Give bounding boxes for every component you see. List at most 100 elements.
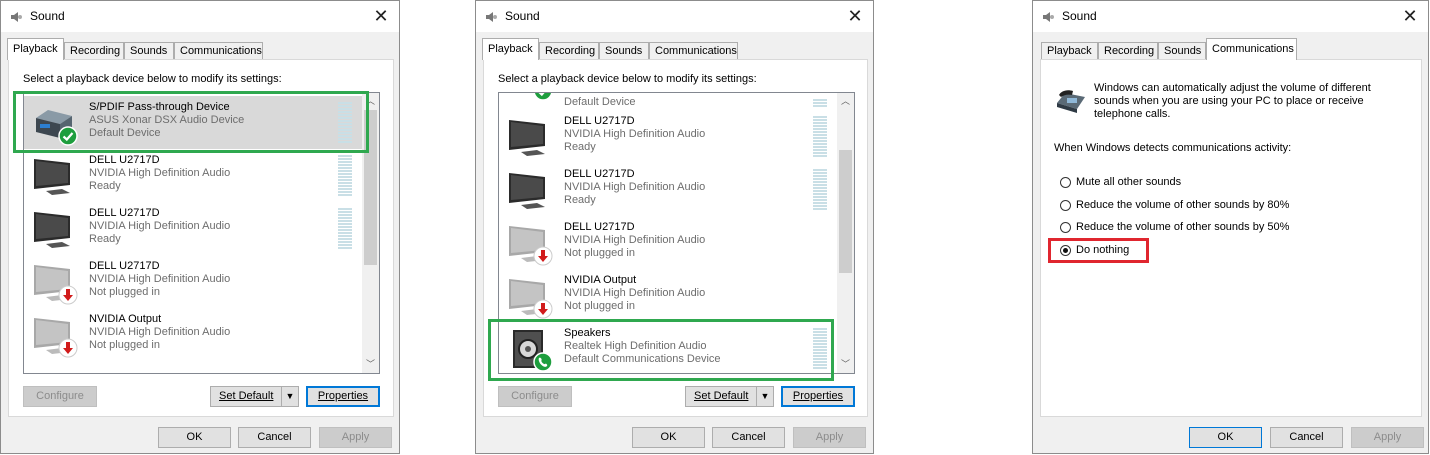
title-bar: Sound ✕ xyxy=(1,1,399,32)
sound-dialog-3: Sound ✕ Playback Recording Sounds Commun… xyxy=(1032,0,1429,454)
scroll-thumb[interactable] xyxy=(839,150,852,273)
scroll-thumb[interactable] xyxy=(364,110,377,265)
properties-button[interactable]: Properties xyxy=(781,386,855,407)
device-item[interactable]: DELL U2717D NVIDIA High Definition Audio… xyxy=(24,149,364,202)
playback-panel: Select a playback device below to modify… xyxy=(483,59,868,417)
device-status: Ready xyxy=(564,141,596,153)
device-name: NVIDIA Output xyxy=(89,313,162,325)
device-item[interactable]: Speakers Realtek High Definition Audio D… xyxy=(499,322,839,373)
dropdown-arrow-icon[interactable]: ▼ xyxy=(756,387,773,406)
device-item[interactable]: DELL U2717D NVIDIA High Definition Audio… xyxy=(499,110,839,163)
tab-recording[interactable]: Recording xyxy=(539,42,599,59)
window-title: Sound xyxy=(30,9,65,23)
option-label: Mute all other sounds xyxy=(1076,176,1182,188)
monitor-icon xyxy=(34,159,70,195)
device-driver: NVIDIA High Definition Audio xyxy=(89,326,231,338)
apply-button[interactable]: Apply xyxy=(1351,427,1424,448)
activity-options: Mute all other sounds Reduce the volume … xyxy=(1060,176,1360,266)
device-item[interactable]: NVIDIA Output NVIDIA High Definition Aud… xyxy=(499,269,839,322)
tab-playback[interactable]: Playback xyxy=(1041,42,1098,59)
device-status: Ready xyxy=(89,180,121,192)
device-status: Default Communications Device xyxy=(564,353,721,365)
communications-panel: Windows can automatically adjust the vol… xyxy=(1040,59,1422,417)
tab-recording[interactable]: Recording xyxy=(1098,42,1158,59)
radio-button[interactable] xyxy=(1060,200,1071,211)
instruction-label: Select a playback device below to modify… xyxy=(498,73,757,85)
device-name: DELL U2717D xyxy=(564,115,635,127)
tab-recording[interactable]: Recording xyxy=(64,42,124,59)
monitor-icon xyxy=(509,120,545,156)
device-item[interactable]: DELL U2717D NVIDIA High Definition Audio… xyxy=(24,202,364,255)
list-scrollbar[interactable]: ︿ ﹀ xyxy=(837,93,854,373)
device-status: Not plugged in xyxy=(564,300,635,312)
device-name: DELL U2717D xyxy=(89,260,160,272)
device-item[interactable]: S/PDIF Pass-through Device ASUS Xonar DS… xyxy=(24,96,364,149)
option-label: Reduce the volume of other sounds by 80% xyxy=(1076,199,1290,211)
device-item[interactable]: DELL U2717D NVIDIA High Definition Audio… xyxy=(24,255,364,308)
dropdown-arrow-icon[interactable]: ▼ xyxy=(281,387,298,406)
option-label: Reduce the volume of other sounds by 50% xyxy=(1076,221,1290,233)
device-driver: NVIDIA High Definition Audio xyxy=(564,128,706,140)
set-default-button[interactable]: Set Default ▼ xyxy=(210,386,299,407)
tab-communications[interactable]: Communications xyxy=(174,42,263,59)
title-bar: Sound ✕ xyxy=(1033,1,1428,32)
device-driver: NVIDIA High Definition Audio xyxy=(564,287,706,299)
speaker-app-icon xyxy=(11,12,22,22)
scroll-up-arrow[interactable]: ︿ xyxy=(362,93,379,110)
close-icon[interactable]: ✕ xyxy=(1400,6,1420,26)
radio-button-checked[interactable] xyxy=(1060,245,1071,256)
device-name: DELL U2717D xyxy=(564,221,635,233)
device-item[interactable]: DELL U2717D NVIDIA High Definition Audio… xyxy=(499,216,839,269)
telephone-icon xyxy=(1057,90,1085,113)
red-down-arrow-icon xyxy=(533,299,553,319)
set-default-label: Set Default xyxy=(219,390,274,402)
cancel-button[interactable]: Cancel xyxy=(1270,427,1343,448)
cancel-button[interactable]: Cancel xyxy=(712,427,785,448)
device-status: Ready xyxy=(564,194,596,206)
green-check-icon xyxy=(58,126,78,146)
radio-button[interactable] xyxy=(1060,177,1071,188)
volume-meter xyxy=(813,328,827,370)
device-name: NVIDIA Output xyxy=(564,274,637,286)
device-name: Speakers xyxy=(564,327,611,339)
device-item[interactable]: NVIDIA Output NVIDIA High Definition Aud… xyxy=(24,308,364,361)
tab-playback[interactable]: Playback xyxy=(482,38,539,60)
device-list[interactable]: S/PDIF Pass-through Device ASUS Xonar DS… xyxy=(23,92,380,374)
tab-sounds[interactable]: Sounds xyxy=(124,42,174,59)
monitor-icon xyxy=(34,212,70,248)
cancel-button[interactable]: Cancel xyxy=(238,427,311,448)
info-text-line: sounds when you are using your PC to pla… xyxy=(1094,95,1364,107)
set-default-button[interactable]: Set Default ▼ xyxy=(685,386,774,407)
ok-button[interactable]: OK xyxy=(158,427,231,448)
window-title: Sound xyxy=(505,9,540,23)
ok-button[interactable]: OK xyxy=(1189,427,1262,448)
list-scrollbar[interactable]: ︿ ﹀ xyxy=(362,93,379,373)
tab-sounds[interactable]: Sounds xyxy=(599,42,649,59)
device-driver: Realtek High Definition Audio xyxy=(564,340,707,352)
device-list[interactable]: Default Device DELL U2717D NVIDIA High D… xyxy=(498,92,855,374)
close-icon[interactable]: ✕ xyxy=(845,6,865,26)
ok-button[interactable]: OK xyxy=(632,427,705,448)
radio-button[interactable] xyxy=(1060,222,1071,233)
tab-communications[interactable]: Communications xyxy=(1206,38,1297,60)
apply-button[interactable]: Apply xyxy=(793,427,866,448)
scroll-up-arrow[interactable]: ︿ xyxy=(837,93,854,110)
volume-meter xyxy=(338,155,352,197)
configure-button[interactable]: Configure xyxy=(498,386,572,407)
volume-meter xyxy=(813,169,827,211)
scroll-down-arrow[interactable]: ﹀ xyxy=(837,356,854,373)
apply-button[interactable]: Apply xyxy=(319,427,392,448)
close-icon[interactable]: ✕ xyxy=(371,6,391,26)
tab-playback[interactable]: Playback xyxy=(7,38,64,60)
detect-label: When Windows detects communications acti… xyxy=(1054,142,1292,154)
device-item[interactable]: Default Device xyxy=(499,93,839,108)
tab-communications[interactable]: Communications xyxy=(649,42,738,59)
tab-sounds[interactable]: Sounds xyxy=(1158,42,1206,59)
properties-button[interactable]: Properties xyxy=(306,386,380,407)
window-title: Sound xyxy=(1062,9,1097,23)
configure-button[interactable]: Configure xyxy=(23,386,97,407)
scroll-down-arrow[interactable]: ﹀ xyxy=(362,356,379,373)
device-item[interactable]: DELL U2717D NVIDIA High Definition Audio… xyxy=(499,163,839,216)
speaker-app-icon xyxy=(486,12,497,22)
sound-dialog-2: Sound ✕ Playback Recording Sounds Commun… xyxy=(475,0,874,454)
